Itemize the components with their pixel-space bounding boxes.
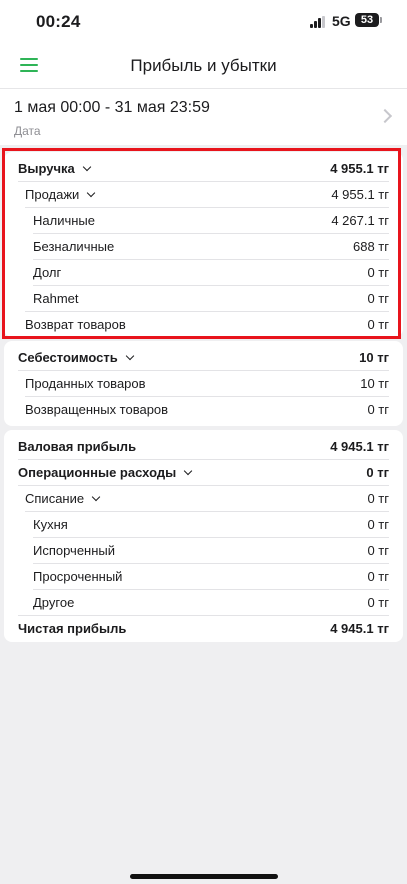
chevron-down-icon — [87, 188, 96, 198]
sales-row[interactable]: Продажи 4 955.1 тг — [4, 182, 403, 208]
chevron-down-icon — [183, 466, 193, 476]
noncash-row: Безналичные 688 тг — [4, 234, 403, 260]
noncash-label: Безналичные — [33, 239, 115, 254]
gross-profit-value: 4 945.1 тг — [330, 439, 389, 454]
revenue-label: Выручка — [18, 161, 75, 176]
cost-value: 10 тг — [359, 350, 389, 365]
spoiled-label: Испорченный — [33, 543, 116, 558]
home-indicator — [130, 874, 278, 879]
nav-bar: Прибыль и убытки — [0, 44, 407, 88]
revenue-card: Выручка 4 955.1 тг Продажи 4 955.1 тг На… — [4, 152, 403, 337]
sales-value: 4 955.1 тг — [331, 187, 389, 202]
status-time: 00:24 — [36, 12, 81, 31]
revenue-value: 4 955.1 тг — [330, 161, 389, 176]
other-value: 0 тг — [367, 595, 389, 610]
cash-label: Наличные — [33, 213, 95, 228]
cost-returned-label: Возвращенных товаров — [25, 402, 169, 417]
opex-row[interactable]: Операционные расходы 0 тг — [4, 460, 403, 486]
debt-row: Долг 0 тг — [4, 260, 403, 286]
cost-card: Себестоимость 10 тг Проданных товаров 10… — [4, 341, 403, 426]
date-range-value: 1 мая 00:00 - 31 мая 23:59 — [14, 99, 210, 116]
chevron-right-icon — [377, 108, 393, 124]
cost-returned-row: Возвращенных товаров 0 тг — [4, 397, 403, 423]
opex-value: 0 тг — [366, 465, 389, 480]
returns-label: Возврат товаров — [25, 317, 126, 332]
kitchen-label: Кухня — [33, 517, 68, 532]
other-label: Другое — [33, 595, 75, 610]
status-bar: 00:24 5G 53 — [0, 0, 407, 44]
cost-sold-label: Проданных товаров — [25, 376, 146, 391]
writeoff-row[interactable]: Списание 0 тг — [4, 486, 403, 512]
expired-row: Просроченный 0 тг — [4, 564, 403, 590]
other-row: Другое 0 тг — [4, 590, 403, 616]
kitchen-value: 0 тг — [367, 517, 389, 532]
cost-sold-value: 10 тг — [360, 376, 389, 391]
cash-row: Наличные 4 267.1 тг — [4, 208, 403, 234]
gross-profit-label: Валовая прибыль — [18, 439, 137, 454]
cost-row[interactable]: Себестоимость 10 тг — [4, 345, 403, 371]
kitchen-row: Кухня 0 тг — [4, 512, 403, 538]
battery-icon: 53 — [355, 13, 379, 27]
net-profit-value: 4 945.1 тг — [330, 621, 389, 636]
chevron-down-icon — [125, 351, 134, 361]
date-range-selector[interactable]: 1 мая 00:00 - 31 мая 23:59 Дата — [0, 88, 407, 145]
cost-sold-row: Проданных товаров 10 тг — [4, 371, 403, 397]
returns-value: 0 тг — [367, 317, 389, 332]
net-profit-label: Чистая прибыль — [18, 621, 127, 636]
cost-label: Себестоимость — [18, 350, 118, 365]
battery-cap — [380, 17, 382, 23]
cellular-signal-icon — [310, 16, 328, 28]
chevron-down-icon — [91, 492, 101, 502]
writeoff-label: Списание — [25, 491, 85, 506]
returns-row: Возврат товаров 0 тг — [4, 312, 403, 338]
expired-value: 0 тг — [367, 569, 389, 584]
rahmet-value: 0 тг — [367, 291, 389, 306]
debt-label: Долг — [33, 265, 62, 280]
revenue-row[interactable]: Выручка 4 955.1 тг — [4, 156, 403, 182]
network-type: 5G — [332, 13, 351, 29]
rahmet-row: Rahmet 0 тг — [4, 286, 403, 312]
rahmet-label: Rahmet — [33, 291, 79, 306]
debt-value: 0 тг — [367, 265, 389, 280]
net-profit-row: Чистая прибыль 4 945.1 тг — [4, 616, 403, 642]
cost-returned-value: 0 тг — [367, 402, 389, 417]
date-range-label: Дата — [14, 124, 41, 138]
page-title: Прибыль и убытки — [130, 56, 277, 75]
profit-card: Валовая прибыль 4 945.1 тг Операционные … — [4, 430, 403, 642]
gross-profit-row: Валовая прибыль 4 945.1 тг — [4, 434, 403, 460]
writeoff-value: 0 тг — [367, 491, 389, 506]
noncash-value: 688 тг — [353, 239, 389, 254]
expired-label: Просроченный — [33, 569, 123, 584]
spoiled-value: 0 тг — [367, 543, 389, 558]
spoiled-row: Испорченный 0 тг — [4, 538, 403, 564]
opex-label: Операционные расходы — [18, 465, 177, 480]
cash-value: 4 267.1 тг — [331, 213, 389, 228]
sales-label: Продажи — [25, 187, 80, 202]
chevron-down-icon — [82, 162, 92, 172]
